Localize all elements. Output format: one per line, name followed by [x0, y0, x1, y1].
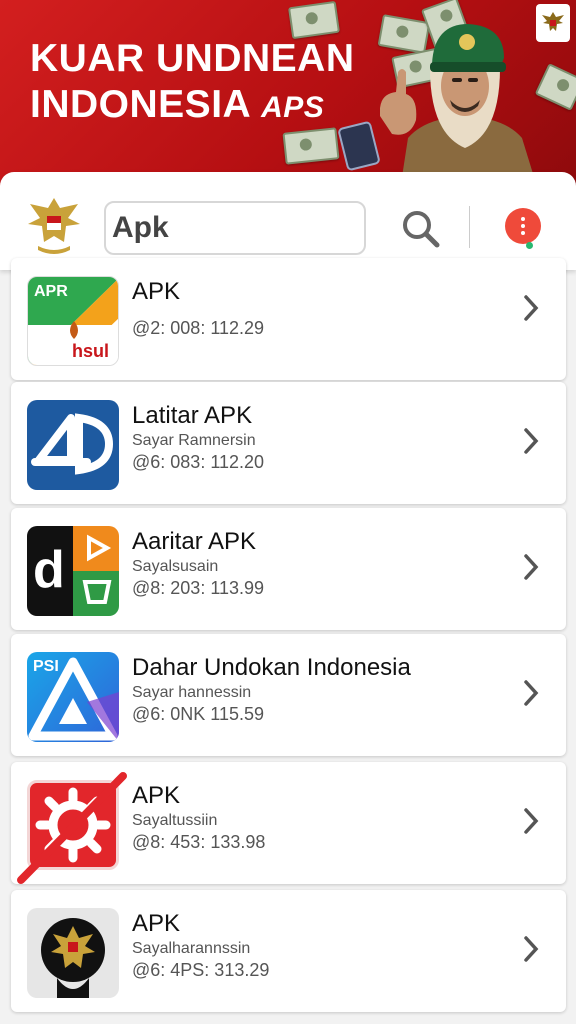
- list-item[interactable]: Latitar APK Sayar Ramnersin @6: 083: 112…: [11, 382, 566, 504]
- search-input-value: Apk: [112, 211, 169, 244]
- app-icon: PSI: [27, 652, 119, 742]
- app-icon: d: [27, 526, 119, 616]
- list-item[interactable]: PSI Dahar Undokan Indonesia Sayar hannes…: [11, 634, 566, 756]
- app-meta: @6: 0NK 115.59: [132, 704, 265, 724]
- app-meta: @2: 008: 112.29: [132, 318, 265, 338]
- garuda-logo-icon: [28, 198, 80, 254]
- app-icon: [17, 772, 127, 884]
- chevron-right-icon[interactable]: [523, 679, 539, 707]
- list-item[interactable]: APK Sayaltussiin @8: 453: 133.98: [11, 762, 566, 884]
- list-item[interactable]: APK Sayalharannssin @6: 4PS: 313.29: [11, 890, 566, 1012]
- chevron-right-icon[interactable]: [523, 553, 539, 581]
- app-icon: [27, 908, 119, 998]
- app-meta: @8: 453: 133.98: [132, 832, 266, 852]
- app-name: APK: [132, 910, 181, 937]
- app-name: APK: [132, 782, 181, 809]
- app-name: APK: [132, 278, 181, 305]
- app-meta: @6: 083: 112.20: [132, 452, 265, 472]
- chevron-right-icon[interactable]: [523, 294, 539, 322]
- app-subtitle: Sayar hannessin: [132, 684, 252, 701]
- chevron-right-icon[interactable]: [523, 427, 539, 455]
- app-icon: APR hsul: [27, 276, 119, 366]
- app-icon-label: APR: [34, 283, 68, 300]
- app-subtitle: Sayar Ramnersin: [132, 432, 256, 449]
- menu-indicator-dot: [526, 242, 533, 249]
- app-icon-letter: d: [33, 541, 65, 599]
- list-item[interactable]: APR hsul APK @2: 008: 112.29: [11, 258, 566, 380]
- presenter-image: [380, 24, 538, 190]
- app-subtitle: Sayalharannssin: [132, 940, 251, 957]
- chevron-right-icon[interactable]: [523, 807, 539, 835]
- search-header: Apk: [0, 172, 576, 270]
- search-icon[interactable]: [398, 206, 442, 250]
- more-vertical-icon[interactable]: [505, 208, 541, 244]
- app-subtitle: Sayalsusain: [132, 558, 219, 575]
- money-bill-image: [288, 0, 340, 40]
- promo-banner[interactable]: KUAR UNDNEAN INDONESIA APS: [0, 0, 576, 190]
- app-icon-label: PSI: [33, 658, 59, 675]
- phone-image: [337, 120, 381, 172]
- header-divider: [469, 206, 470, 248]
- app-name: Aaritar APK: [132, 528, 257, 555]
- app-subtitle: Sayaltussiin: [132, 812, 218, 829]
- search-input[interactable]: Apk: [104, 201, 366, 255]
- chevron-right-icon[interactable]: [523, 935, 539, 963]
- banner-title-suffix: APS: [261, 91, 325, 125]
- money-bill-image: [282, 127, 340, 165]
- app-name: Dahar Undokan Indonesia: [132, 654, 411, 681]
- app-meta: @8: 203: 113.99: [132, 578, 265, 598]
- app-icon-label: hsul: [72, 341, 110, 361]
- app-name: Latitar APK: [132, 402, 253, 429]
- app-meta: @6: 4PS: 313.29: [132, 960, 270, 980]
- app-icon: [27, 400, 119, 490]
- banner-title-line1: KUAR UNDNEAN: [30, 37, 355, 80]
- banner-title: KUAR UNDNEAN INDONESIA APS: [30, 36, 355, 128]
- list-item[interactable]: d Aaritar APK Sayalsusain @8: 203: 113.9…: [11, 508, 566, 630]
- banner-title-line2: INDONESIA: [30, 83, 250, 127]
